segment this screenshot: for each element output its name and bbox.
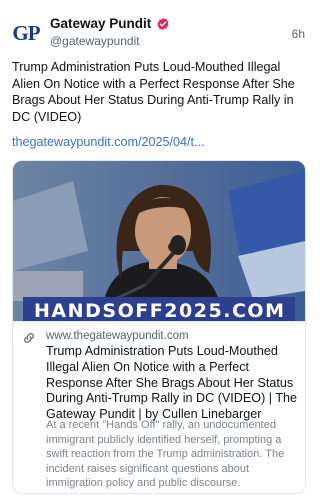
avatar[interactable]: GP	[10, 17, 42, 49]
post-link[interactable]: thegatewaypundit.com/2025/04/t...	[12, 135, 205, 149]
banner-text: HANDSOFF2025.COM	[34, 300, 284, 321]
author-row: Gateway Pundit	[50, 16, 170, 31]
card-body[interactable]: www.thegatewaypundit.com Trump Administr…	[13, 321, 305, 493]
post-text: Trump Administration Puts Loud-Mouthed I…	[12, 60, 295, 124]
card-description: At a recent "Hands Off" rally, an undocu…	[46, 419, 285, 490]
author-name[interactable]: Gateway Pundit	[50, 16, 151, 31]
card-domain: www.thegatewaypundit.com	[46, 330, 189, 342]
verified-badge-icon	[157, 17, 169, 30]
link-icon	[24, 333, 34, 343]
card-title[interactable]: Trump Administration Puts Loud-Mouthed I…	[46, 344, 298, 423]
author-handle[interactable]: @gatewaypundit	[50, 34, 140, 48]
post-timestamp[interactable]: 6h	[292, 27, 305, 41]
post: GP Gateway Pundit @gatewaypundit 6h Trum…	[0, 0, 318, 500]
card-image[interactable]: HANDSOFF2025.COM	[13, 161, 305, 321]
avatar-logo: GP	[12, 20, 40, 45]
link-preview-card[interactable]: HANDSOFF2025.COM www.thegatewaypundit.co…	[12, 160, 306, 494]
